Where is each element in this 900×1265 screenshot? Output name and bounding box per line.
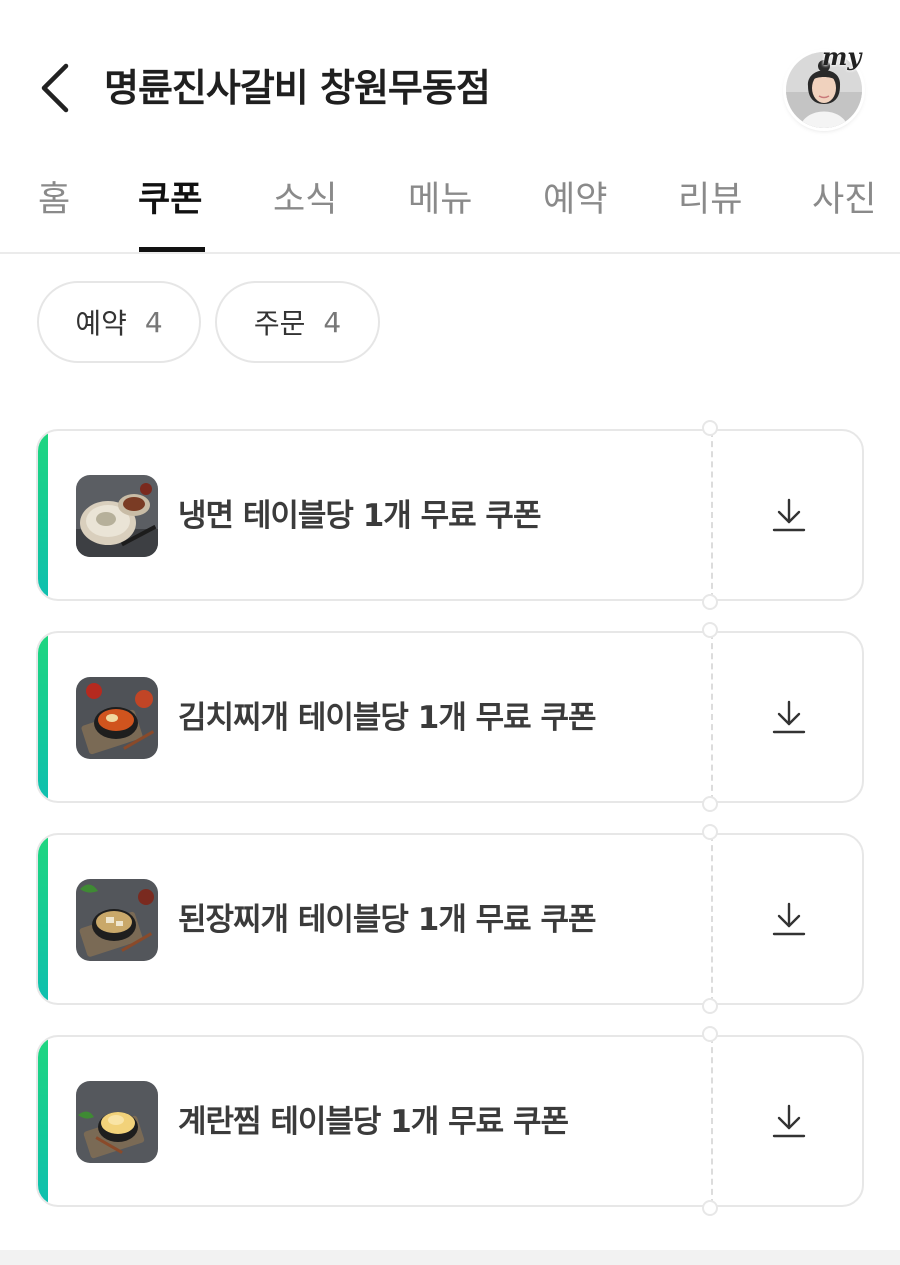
tab-review[interactable]: 리뷰: [678, 176, 742, 224]
tab-photo[interactable]: 사진: [812, 176, 876, 224]
my-badge: my: [822, 42, 862, 71]
coupon-accent-bar: [38, 1037, 48, 1205]
filter-chip-order[interactable]: 주문 4: [215, 281, 380, 363]
download-button[interactable]: [712, 1037, 862, 1205]
download-button[interactable]: [712, 431, 862, 599]
naengmyeon-photo: [76, 475, 158, 557]
coupon-accent-bar: [38, 431, 48, 599]
coupon-card: 냉면 테이블당 1개 무료 쿠폰: [36, 420, 864, 610]
coupon-ticket: 냉면 테이블당 1개 무료 쿠폰: [36, 429, 864, 601]
tab-news[interactable]: 소식: [273, 176, 337, 224]
download-button[interactable]: [712, 835, 862, 1003]
chip-label: 예약: [75, 307, 127, 340]
coupon-title: 냉면 테이블당 1개 무료 쿠폰: [178, 498, 541, 534]
chip-count: 4: [323, 305, 342, 339]
coupon-title: 김치찌개 테이블당 1개 무료 쿠폰: [178, 700, 596, 736]
gyeran-jjim-photo: [76, 1081, 158, 1163]
tab-bar: 홈 쿠폰 소식 메뉴 예약 리뷰 사진: [0, 170, 900, 254]
chip-label: 주문: [253, 307, 306, 340]
coupon-accent-bar: [38, 633, 48, 801]
coupon-accent-bar: [38, 835, 48, 1003]
chip-count: 4: [144, 305, 163, 339]
coupon-notch: [702, 420, 718, 436]
coupon-card: 김치찌개 테이블당 1개 무료 쿠폰: [36, 622, 864, 812]
tab-home[interactable]: 홈: [38, 176, 70, 224]
coupon-title: 계란찜 테이블당 1개 무료 쿠폰: [178, 1104, 569, 1140]
kimchi-jjigae-photo: [76, 677, 158, 759]
coupon-notch: [702, 594, 718, 610]
download-icon: [772, 498, 806, 532]
filter-chip-reservation[interactable]: 예약 4: [37, 281, 201, 363]
download-icon: [772, 902, 806, 936]
coupon-title: 된장찌개 테이블당 1개 무료 쿠폰: [178, 902, 596, 938]
doenjang-jjigae-photo: [76, 879, 158, 961]
tab-reservation[interactable]: 예약: [543, 176, 607, 224]
coupon-card: 계란찜 테이블당 1개 무료 쿠폰: [36, 1026, 864, 1216]
coupon-notch: [702, 1200, 718, 1216]
coupon-ticket: 된장찌개 테이블당 1개 무료 쿠폰: [36, 833, 864, 1005]
coupon-notch: [702, 998, 718, 1014]
coupon-notch: [702, 824, 718, 840]
back-button[interactable]: [34, 62, 78, 114]
coupon-notch: [702, 1026, 718, 1042]
coupon-ticket: 김치찌개 테이블당 1개 무료 쿠폰: [36, 631, 864, 803]
coupon-ticket: 계란찜 테이블당 1개 무료 쿠폰: [36, 1035, 864, 1207]
chevron-left-icon: [41, 63, 69, 113]
download-icon: [772, 700, 806, 734]
tab-coupon[interactable]: 쿠폰: [138, 176, 202, 224]
header: 명륜진사갈비 창원무동점 my: [0, 0, 900, 170]
page-title: 명륜진사갈비 창원무동점: [104, 66, 491, 110]
tab-menu[interactable]: 메뉴: [408, 176, 472, 224]
download-button[interactable]: [712, 633, 862, 801]
active-tab-indicator: [139, 247, 205, 252]
section-separator: [0, 1250, 900, 1265]
coupon-notch: [702, 796, 718, 812]
coupon-card: 된장찌개 테이블당 1개 무료 쿠폰: [36, 824, 864, 1014]
download-icon: [772, 1104, 806, 1138]
coupon-notch: [702, 622, 718, 638]
